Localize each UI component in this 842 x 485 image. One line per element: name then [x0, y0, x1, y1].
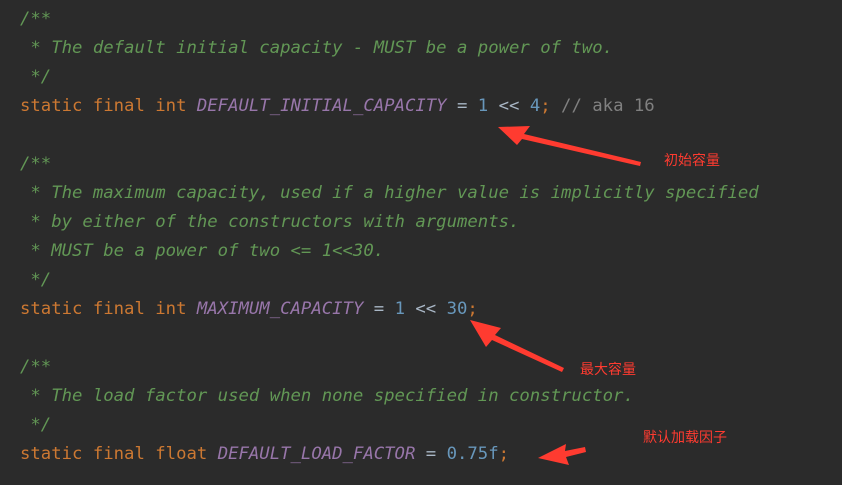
annotation-default-load-factor: 默认加载因子: [643, 430, 727, 446]
comment-close: */: [20, 415, 52, 435]
field-name: DEFAULT_LOAD_FACTOR: [217, 444, 416, 464]
code-editor[interactable]: /** * The default initial capacity - MUS…: [0, 0, 842, 485]
semicolon: ;: [467, 299, 478, 319]
semicolon: ;: [498, 444, 510, 464]
comment-line: * by either of the constructors with arg…: [20, 212, 520, 232]
comment-open: /**: [20, 9, 52, 29]
code-line-maximum-capacity[interactable]: static final int MAXIMUM_CAPACITY = 1 <<…: [20, 295, 478, 324]
comment-close: */: [20, 270, 52, 290]
field-name: MAXIMUM_CAPACITY: [196, 299, 364, 319]
annotation-initial-capacity: 初始容量: [664, 153, 720, 169]
number-literal: 1: [394, 299, 405, 319]
shift-operator: <<: [488, 96, 530, 116]
modifiers: static final int: [20, 299, 187, 319]
semicolon: ;: [540, 96, 551, 116]
arrow-initial-capacity: [498, 126, 641, 166]
annotation-maximum-capacity: 最大容量: [580, 362, 636, 378]
modifiers: static final float: [20, 444, 208, 464]
line-comment: // aka 16: [550, 96, 655, 116]
comment-open: /**: [20, 357, 52, 377]
comment-line: * The maximum capacity, used if a higher…: [20, 183, 759, 203]
code-line-default-initial-capacity[interactable]: static final int DEFAULT_INITIAL_CAPACIT…: [20, 92, 655, 121]
arrow-default-load-factor: [538, 444, 586, 465]
assign-operator: =: [415, 444, 447, 464]
number-literal: 1: [477, 96, 489, 116]
field-name: DEFAULT_INITIAL_CAPACITY: [196, 96, 447, 116]
comment-close: */: [20, 67, 52, 87]
shift-operator: <<: [404, 299, 447, 319]
number-literal: 0.75f: [446, 444, 499, 464]
assign-operator: =: [363, 299, 395, 319]
number-literal: 30: [446, 299, 468, 319]
number-literal: 4: [529, 96, 541, 116]
comment-open: /**: [20, 154, 52, 174]
comment-line: * MUST be a power of two <= 1<<30.: [20, 241, 385, 261]
code-line-default-load-factor[interactable]: static final float DEFAULT_LOAD_FACTOR =…: [20, 440, 509, 469]
modifiers: static final int: [20, 96, 187, 116]
assign-operator: =: [446, 96, 478, 116]
comment-line: * The default initial capacity - MUST be…: [20, 38, 614, 58]
comment-line: * The load factor used when none specifi…: [20, 386, 634, 406]
arrow-maximum-capacity: [470, 320, 564, 372]
